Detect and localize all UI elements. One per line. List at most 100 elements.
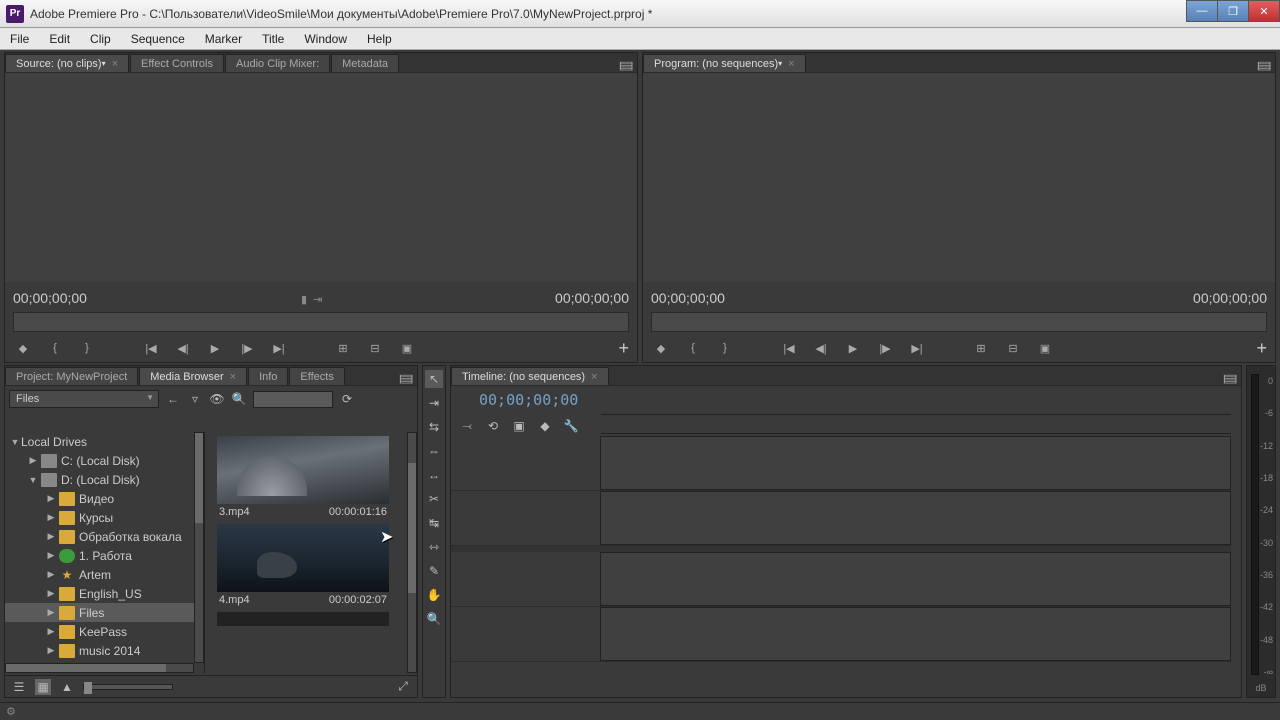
back-icon[interactable]: ← bbox=[165, 391, 181, 407]
sort-icon[interactable]: ▲ bbox=[59, 679, 75, 695]
tab[interactable]: Info bbox=[248, 367, 288, 385]
marker-icon[interactable]: ▮ bbox=[301, 293, 307, 306]
panel-menu-icon[interactable]: ▤ bbox=[398, 372, 414, 385]
goto-in-button[interactable]: |◀ bbox=[141, 338, 161, 358]
menu-sequence[interactable]: Sequence bbox=[121, 30, 195, 48]
goto-in-button[interactable]: |◀ bbox=[779, 338, 799, 358]
mark-in-icon[interactable]: { bbox=[45, 338, 65, 358]
play-button[interactable]: ▶ bbox=[205, 338, 225, 358]
search-input[interactable] bbox=[253, 391, 333, 408]
close-icon[interactable]: × bbox=[112, 58, 118, 70]
tab[interactable]: Effects bbox=[289, 367, 344, 385]
goto-out-button[interactable]: ▶| bbox=[269, 338, 289, 358]
slide-tool[interactable]: ⇿ bbox=[425, 538, 443, 556]
tree-item[interactable]: Курсы bbox=[5, 508, 194, 527]
timeline-ruler[interactable] bbox=[601, 414, 1231, 434]
tab[interactable]: Media Browser× bbox=[139, 367, 247, 385]
tree-item[interactable]: C: (Local Disk) bbox=[5, 451, 194, 470]
tab[interactable]: Audio Clip Mixer: bbox=[225, 54, 330, 72]
video-track[interactable] bbox=[451, 491, 1231, 546]
filter-icon[interactable]: ▿ bbox=[187, 391, 203, 407]
zoom-slider[interactable] bbox=[83, 684, 173, 690]
add-button[interactable]: + bbox=[618, 338, 629, 359]
ripple-tool[interactable]: ⇆ bbox=[425, 418, 443, 436]
tab[interactable]: Metadata bbox=[331, 54, 399, 72]
video-track[interactable] bbox=[451, 436, 1231, 491]
source-viewer[interactable] bbox=[5, 73, 637, 282]
tab[interactable]: Timeline: (no sequences)× bbox=[451, 367, 609, 385]
panel-menu-icon[interactable]: ▤ bbox=[1256, 59, 1272, 72]
media-clip[interactable]: 4.mp400:00:02:07 bbox=[217, 524, 407, 608]
close-icon[interactable]: × bbox=[591, 371, 597, 383]
tree-scroll-horizontal[interactable] bbox=[5, 663, 194, 673]
step-fwd-button[interactable]: |▶ bbox=[237, 338, 257, 358]
minimize-button[interactable]: — bbox=[1186, 0, 1218, 22]
step-back-button[interactable]: ◀| bbox=[173, 338, 193, 358]
timeline-timecode[interactable]: 00;00;00;00 bbox=[479, 391, 578, 409]
close-button[interactable]: ✕ bbox=[1248, 0, 1280, 22]
audio-track[interactable] bbox=[451, 552, 1231, 607]
tab[interactable]: Program: (no sequences) ▾× bbox=[643, 54, 806, 72]
mark-in-button[interactable]: ◆ bbox=[13, 338, 33, 358]
tree-item[interactable]: English_US bbox=[5, 584, 194, 603]
clip-thumbnail[interactable] bbox=[217, 524, 389, 592]
program-ruler[interactable] bbox=[651, 312, 1267, 332]
close-icon[interactable]: × bbox=[230, 371, 236, 383]
tree-item[interactable]: music 2014 bbox=[5, 641, 194, 660]
tree-root[interactable]: Local Drives bbox=[5, 432, 194, 451]
clip-thumbnail[interactable] bbox=[217, 436, 389, 504]
panel-menu-icon[interactable]: ▤ bbox=[618, 59, 634, 72]
settings-icon[interactable]: 🔧 bbox=[563, 418, 579, 434]
overwrite-button[interactable]: ⊟ bbox=[365, 338, 385, 358]
media-clip[interactable]: 3.mp400:00:01:16 bbox=[217, 436, 407, 520]
marker-add-icon[interactable]: ▣ bbox=[511, 418, 527, 434]
files-dropdown[interactable]: Files bbox=[9, 390, 159, 408]
menu-title[interactable]: Title bbox=[252, 30, 294, 48]
expand-icon[interactable]: ⤢ bbox=[395, 679, 411, 695]
list-view-icon[interactable]: ☰ bbox=[11, 679, 27, 695]
audio-track[interactable] bbox=[451, 607, 1231, 662]
export-frame-button[interactable]: ▣ bbox=[1035, 338, 1055, 358]
tree-item[interactable]: D: (Local Disk) bbox=[5, 470, 194, 489]
tree-item[interactable]: Видео bbox=[5, 489, 194, 508]
thumbs-scrollbar[interactable] bbox=[407, 432, 417, 673]
tab[interactable]: Source: (no clips) ▾× bbox=[5, 54, 129, 72]
tree-item[interactable]: Files bbox=[5, 603, 194, 622]
tab[interactable]: Project: MyNewProject bbox=[5, 367, 138, 385]
tree-item[interactable]: ★Artem bbox=[5, 565, 194, 584]
mark-in-icon[interactable]: { bbox=[683, 338, 703, 358]
tree-item[interactable]: Обработка вокала bbox=[5, 527, 194, 546]
zoom-tool[interactable]: 🔍 bbox=[425, 610, 443, 628]
add-button[interactable]: + bbox=[1256, 338, 1267, 359]
track-select-tool[interactable]: ⇥ bbox=[425, 394, 443, 412]
menu-help[interactable]: Help bbox=[357, 30, 402, 48]
track-marker-icon[interactable]: ◆ bbox=[537, 418, 553, 434]
hand-tool[interactable]: ✋ bbox=[425, 586, 443, 604]
tab[interactable]: Effect Controls bbox=[130, 54, 224, 72]
maximize-button[interactable]: ❐ bbox=[1217, 0, 1249, 22]
play-button[interactable]: ▶ bbox=[843, 338, 863, 358]
slip-tool[interactable]: ↹ bbox=[425, 514, 443, 532]
pen-tool[interactable]: ✎ bbox=[425, 562, 443, 580]
tree-scroll-vertical[interactable] bbox=[194, 432, 204, 663]
icon-view-icon[interactable]: ▦ bbox=[35, 679, 51, 695]
source-ruler[interactable] bbox=[13, 312, 629, 332]
rate-stretch-tool[interactable]: ↔ bbox=[425, 466, 443, 484]
folder-tree[interactable]: Local DrivesC: (Local Disk)D: (Local Dis… bbox=[5, 432, 194, 663]
goto-out-button[interactable]: ▶| bbox=[907, 338, 927, 358]
insert-icon[interactable]: ⇥ bbox=[313, 293, 322, 306]
mark-in-button[interactable]: ◆ bbox=[651, 338, 671, 358]
lift-button[interactable]: ⊞ bbox=[971, 338, 991, 358]
razor-tool[interactable]: ✂ bbox=[425, 490, 443, 508]
refresh-icon[interactable]: ⟳ bbox=[339, 391, 355, 407]
export-frame-button[interactable]: ▣ bbox=[397, 338, 417, 358]
menu-file[interactable]: File bbox=[0, 30, 39, 48]
mark-out-icon[interactable]: } bbox=[77, 338, 97, 358]
mark-out-icon[interactable]: } bbox=[715, 338, 735, 358]
menu-edit[interactable]: Edit bbox=[39, 30, 80, 48]
program-viewer[interactable] bbox=[643, 73, 1275, 282]
step-fwd-button[interactable]: |▶ bbox=[875, 338, 895, 358]
rolling-tool[interactable]: ⇔ bbox=[425, 442, 443, 460]
extract-button[interactable]: ⊟ bbox=[1003, 338, 1023, 358]
tree-item[interactable]: KeePass bbox=[5, 622, 194, 641]
